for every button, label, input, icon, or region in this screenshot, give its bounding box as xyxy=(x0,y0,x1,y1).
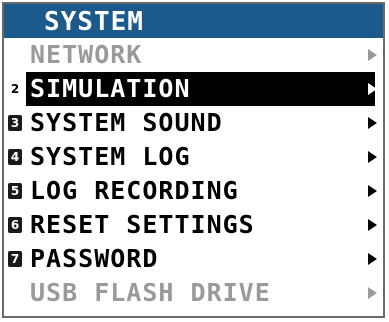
chevron-right-icon xyxy=(368,287,377,299)
menu-item-label: SIMULATION xyxy=(30,74,191,103)
menu-item-usb-flash-drive[interactable]: USB FLASH DRIVE xyxy=(4,276,383,310)
menu-item-label: SYSTEM LOG xyxy=(30,142,191,171)
menu-item-label-box: RESET SETTINGS xyxy=(26,208,375,242)
menu-item-network[interactable]: NETWORK xyxy=(4,38,383,72)
menu-item-system-log[interactable]: 4 SYSTEM LOG xyxy=(4,140,383,174)
chevron-right-icon xyxy=(368,49,377,61)
menu-item-label: USB FLASH DRIVE xyxy=(30,278,271,307)
menu-item-label: RESET SETTINGS xyxy=(30,210,255,239)
menu-item-number-badge: 5 xyxy=(8,183,22,199)
menu-item-label-box: SYSTEM LOG xyxy=(26,140,375,174)
menu-item-label: NETWORK xyxy=(30,40,143,69)
menu-item-label: SYSTEM SOUND xyxy=(30,108,223,137)
menu-item-label-box: SIMULATION xyxy=(26,72,375,106)
menu-item-number-badge: 6 xyxy=(8,217,22,233)
menu-item-reset-settings[interactable]: 6 RESET SETTINGS xyxy=(4,208,383,242)
menu-item-simulation[interactable]: 2 SIMULATION xyxy=(4,72,383,106)
menu-item-number-badge: 4 xyxy=(8,149,22,165)
menu-item-label-box: PASSWORD xyxy=(26,242,375,276)
menu-item-number-badge: 2 xyxy=(8,81,22,97)
menu-item-number-badge: 7 xyxy=(8,251,22,267)
menu-item-log-recording[interactable]: 5 LOG RECORDING xyxy=(4,174,383,208)
chevron-right-icon xyxy=(368,253,377,265)
menu-item-label-box: NETWORK xyxy=(26,38,375,72)
menu-item-label-box: USB FLASH DRIVE xyxy=(26,276,375,310)
menu-title: SYSTEM xyxy=(44,7,144,37)
chevron-right-icon xyxy=(368,151,377,163)
menu-item-number-badge: 3 xyxy=(8,115,22,131)
menu-item-label: PASSWORD xyxy=(30,244,159,273)
menu-header: SYSTEM xyxy=(4,4,383,38)
menu-item-label-box: LOG RECORDING xyxy=(26,174,375,208)
system-menu: SYSTEM NETWORK 2 SIMULATION 3 SYSTEM SOU… xyxy=(2,2,385,318)
menu-item-system-sound[interactable]: 3 SYSTEM SOUND xyxy=(4,106,383,140)
chevron-right-icon xyxy=(368,83,377,95)
chevron-right-icon xyxy=(368,185,377,197)
chevron-right-icon xyxy=(368,117,377,129)
menu-item-label-box: SYSTEM SOUND xyxy=(26,106,375,140)
chevron-right-icon xyxy=(368,219,377,231)
menu-item-label: LOG RECORDING xyxy=(30,176,239,205)
menu-item-password[interactable]: 7 PASSWORD xyxy=(4,242,383,276)
